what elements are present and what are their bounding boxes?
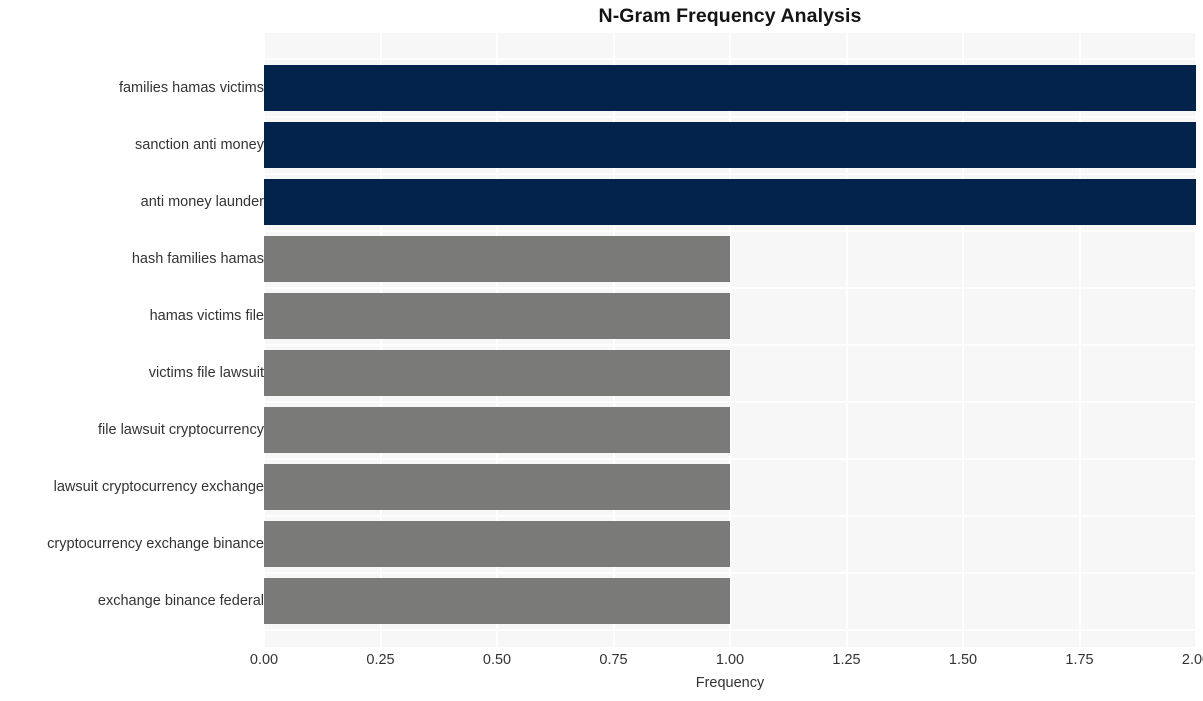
x-axis-tick-label: 0.75 xyxy=(599,652,628,668)
y-axis-tick-label: victims file lawsuit xyxy=(148,365,264,382)
x-axis-tick-label: 1.00 xyxy=(715,652,745,668)
y-axis-tick-label: cryptocurrency exchange binance xyxy=(47,536,264,553)
x-axis-tick-label: 0.00 xyxy=(249,652,279,668)
horizontal-gridline xyxy=(264,457,1196,460)
horizontal-gridline xyxy=(264,58,1196,61)
bar[interactable] xyxy=(264,293,730,340)
bar[interactable] xyxy=(264,179,1196,226)
y-axis-tick-label: file lawsuit cryptocurrency xyxy=(98,422,264,439)
y-axis-tick-label: sanction anti money xyxy=(135,137,264,153)
horizontal-gridline xyxy=(264,514,1196,517)
bar[interactable] xyxy=(264,236,730,283)
horizontal-gridline xyxy=(264,571,1196,574)
y-axis-tick-label: exchange binance federal xyxy=(97,593,264,610)
plot-area xyxy=(264,33,1196,647)
bar[interactable] xyxy=(264,578,730,625)
horizontal-gridline xyxy=(264,115,1196,118)
y-axis-tick-labels: families hamas victims sanction anti mone… xyxy=(0,33,264,647)
y-axis-tick-label: lawsuit cryptocurrency exchange xyxy=(53,479,264,496)
bar[interactable] xyxy=(264,350,730,397)
chart-figure: N-Gram Frequency Analysis families hamas… xyxy=(0,0,1203,701)
x-axis-tick-label: 1.50 xyxy=(948,652,978,668)
bar[interactable] xyxy=(264,65,1196,111)
horizontal-gridline xyxy=(264,628,1196,631)
bar[interactable] xyxy=(264,407,730,454)
x-axis-tick-label: 1.25 xyxy=(832,652,861,668)
horizontal-gridline xyxy=(264,286,1196,289)
bar[interactable] xyxy=(264,521,730,568)
x-axis-tick-labels: 0.00 0.25 0.50 0.75 1.00 1.25 1.50 1.75 2.00 xyxy=(250,650,1203,672)
y-axis-tick-label: hamas victims file xyxy=(149,308,264,325)
bar[interactable] xyxy=(264,122,1196,168)
bar[interactable] xyxy=(264,464,730,511)
x-axis-tick-label: 0.25 xyxy=(366,652,395,668)
x-axis-tick-label: 0.50 xyxy=(482,652,512,668)
x-axis-label: Frequency xyxy=(695,675,765,691)
y-axis-tick-label: anti money launder xyxy=(140,194,264,211)
horizontal-gridline xyxy=(264,172,1196,175)
horizontal-gridline xyxy=(264,343,1196,346)
x-axis-tick-label: 1.75 xyxy=(1065,652,1094,668)
x-axis-tick-label: 2.00 xyxy=(1181,652,1203,668)
chart-title: N-Gram Frequency Analysis xyxy=(598,5,862,27)
horizontal-gridline xyxy=(264,229,1196,232)
y-axis-tick-label: families hamas victims xyxy=(118,80,264,96)
y-axis-tick-label: hash families hamas xyxy=(131,251,264,268)
horizontal-gridline xyxy=(264,400,1196,403)
